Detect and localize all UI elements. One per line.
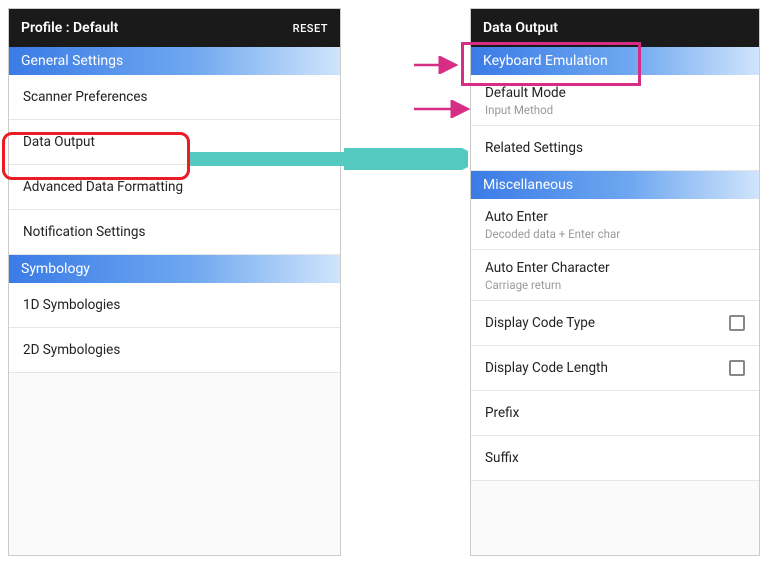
item-label: Default Mode: [485, 85, 566, 101]
item-label: 1D Symbologies: [23, 297, 120, 313]
reset-button[interactable]: RESET: [293, 22, 328, 35]
item-advanced-data-formatting[interactable]: Advanced Data Formatting: [9, 165, 340, 210]
item-suffix[interactable]: Suffix: [471, 436, 759, 481]
section-miscellaneous: Miscellaneous: [471, 171, 759, 199]
checkbox-display-code-type[interactable]: [729, 315, 745, 331]
arrow-pink-icon: [414, 56, 464, 74]
item-default-mode[interactable]: Default Mode Input Method: [471, 75, 759, 126]
checkbox-display-code-length[interactable]: [729, 360, 745, 376]
item-label: Auto Enter Character: [485, 260, 610, 276]
section-symbology: Symbology: [9, 255, 340, 283]
item-auto-enter-character[interactable]: Auto Enter Character Carriage return: [471, 250, 759, 301]
item-scanner-preferences[interactable]: Scanner Preferences: [9, 75, 340, 120]
item-display-code-length[interactable]: Display Code Length: [471, 346, 759, 391]
item-label: Auto Enter: [485, 209, 620, 225]
left-titlebar: Profile : Default RESET: [9, 9, 340, 47]
item-label: 2D Symbologies: [23, 342, 120, 358]
left-title: Profile : Default: [21, 20, 118, 36]
right-titlebar: Data Output: [471, 9, 759, 47]
item-label: Suffix: [485, 450, 519, 466]
item-1d-symbologies[interactable]: 1D Symbologies: [9, 283, 340, 328]
section-general-settings: General Settings: [9, 47, 340, 75]
item-label: Prefix: [485, 405, 519, 421]
item-related-settings[interactable]: Related Settings: [471, 126, 759, 171]
item-sublabel: Decoded data + Enter char: [485, 227, 620, 241]
right-panel: Data Output Keyboard Emulation Default M…: [470, 8, 760, 556]
section-keyboard-emulation: Keyboard Emulation: [471, 47, 759, 75]
item-label: Display Code Length: [485, 360, 608, 376]
item-prefix[interactable]: Prefix: [471, 391, 759, 436]
arrow-pink-icon: [414, 100, 476, 118]
item-sublabel: Input Method: [485, 103, 566, 117]
item-label: Notification Settings: [23, 224, 145, 240]
item-label: Scanner Preferences: [23, 89, 148, 105]
item-sublabel: Carriage return: [485, 278, 610, 292]
item-auto-enter[interactable]: Auto Enter Decoded data + Enter char: [471, 199, 759, 250]
right-title: Data Output: [483, 20, 558, 36]
item-2d-symbologies[interactable]: 2D Symbologies: [9, 328, 340, 373]
item-label: Display Code Type: [485, 315, 595, 331]
item-label: Related Settings: [485, 140, 583, 156]
item-label: Advanced Data Formatting: [23, 179, 183, 195]
item-data-output[interactable]: Data Output: [9, 120, 340, 165]
item-display-code-type[interactable]: Display Code Type: [471, 301, 759, 346]
item-label: Data Output: [23, 134, 95, 150]
left-panel: Profile : Default RESET General Settings…: [8, 8, 341, 556]
item-notification-settings[interactable]: Notification Settings: [9, 210, 340, 255]
